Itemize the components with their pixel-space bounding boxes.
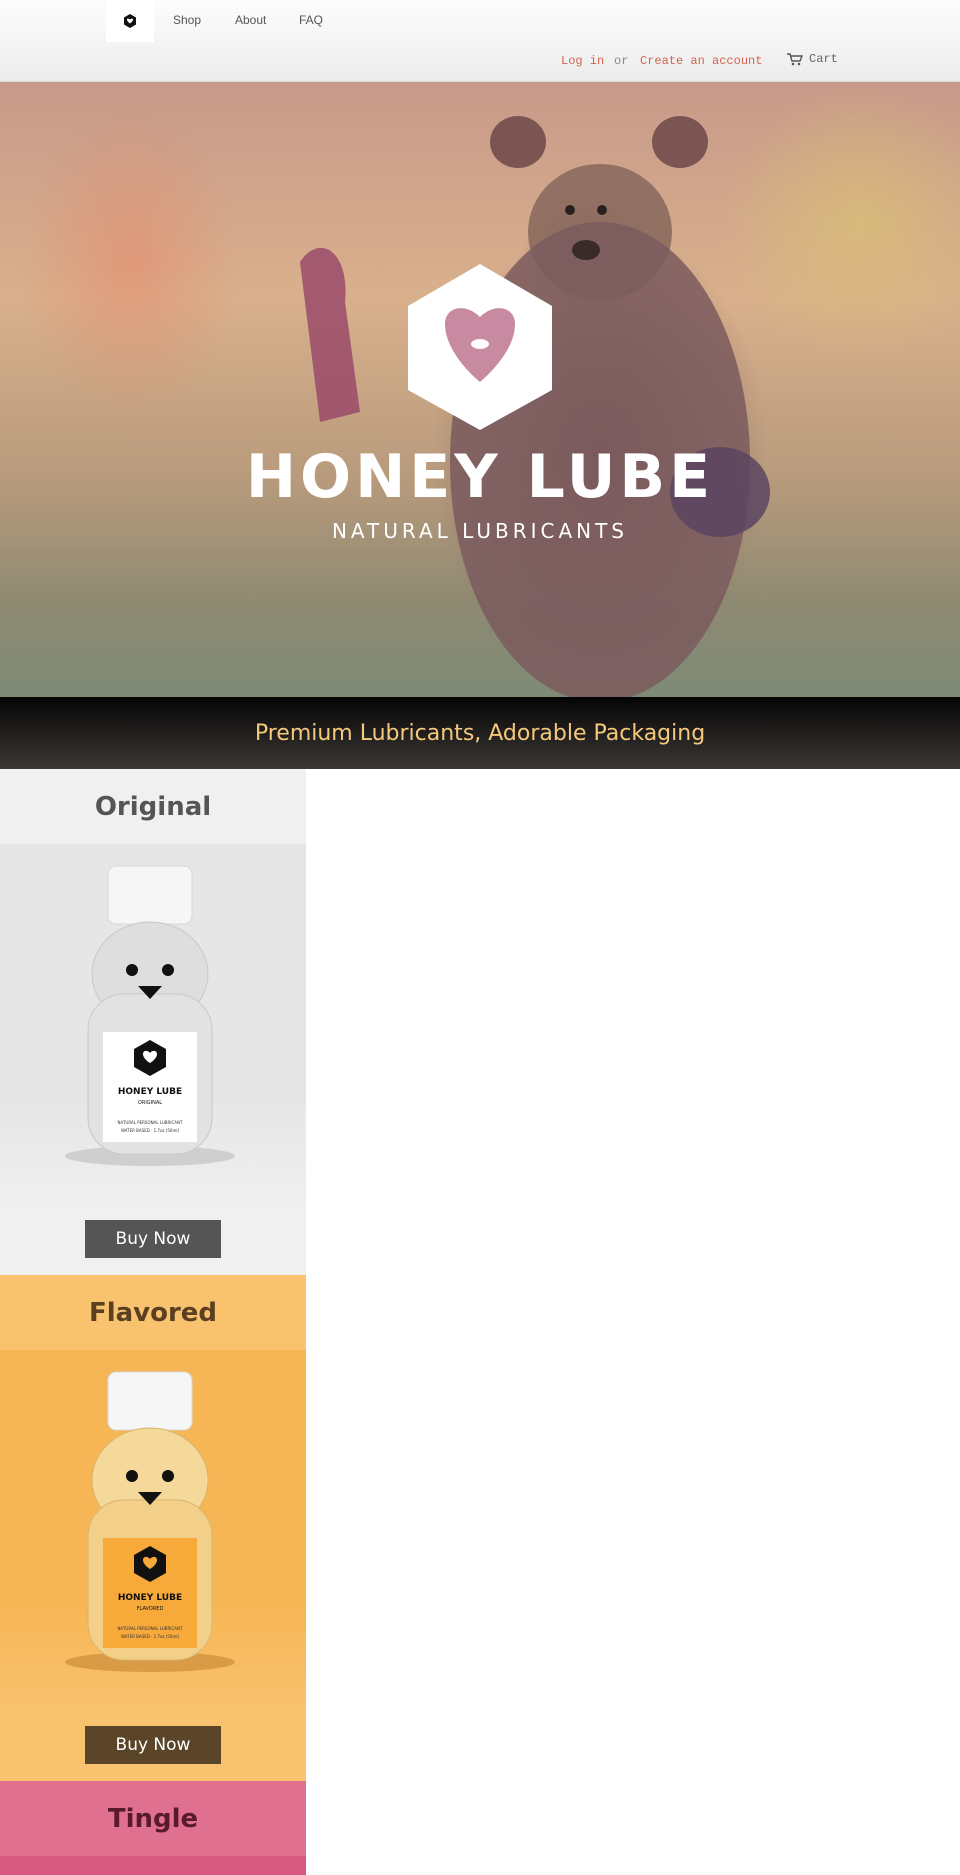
product-image-tingle[interactable]: [0, 1856, 306, 1875]
product-flavored: Flavored HONEY LUBE FLAVORED NATURAL PER…: [0, 1275, 306, 1781]
hero-title: HONEY LUBE: [245, 442, 715, 512]
bottle-label-fine2: WATER BASED · 1.7oz (50ml): [120, 1634, 180, 1639]
cart-link[interactable]: Cart: [787, 52, 838, 66]
product-title: Original: [0, 769, 306, 844]
product-title: Tingle: [0, 1781, 306, 1856]
bottle-label-fine1: NATURAL PERSONAL LUBRICANT: [117, 1120, 183, 1125]
bear-bottle-original-image: [65, 865, 235, 1166]
product-tingle: Tingle: [0, 1781, 306, 1875]
product-image-original[interactable]: HONEY LUBE ORIGINAL NATURAL PERSONAL LUB…: [0, 844, 306, 1206]
tagline-bar: Premium Lubricants, Adorable Packaging: [0, 697, 960, 769]
bottle-label-variant: FLAVORED: [136, 1606, 164, 1612]
bear-bottle-flavored-image: [65, 1371, 235, 1672]
nav-about[interactable]: About: [235, 13, 266, 27]
bottle-label-brand: HONEY LUBE: [117, 1087, 183, 1097]
product-title: Flavored: [0, 1275, 306, 1350]
bottle-label-variant: ORIGINAL: [137, 1100, 163, 1106]
bottle-label-brand: HONEY LUBE: [117, 1593, 183, 1603]
create-account-link[interactable]: Create an account: [640, 54, 762, 68]
hero-banner: HONEY LUBE NATURAL LUBRICANTS: [0, 82, 960, 697]
bottle-label-fine2: WATER BASED · 1.7oz (50ml): [120, 1128, 180, 1133]
bear-shield-logo-icon: [124, 14, 136, 28]
cart-icon: [787, 52, 803, 65]
buy-now-flavored-button[interactable]: Buy Now: [85, 1726, 221, 1764]
nav-faq[interactable]: FAQ: [299, 13, 323, 27]
site-header: Shop About FAQ Log in or Create an accou…: [0, 0, 960, 82]
buy-now-original-button[interactable]: Buy Now: [85, 1220, 221, 1258]
nav-shop[interactable]: Shop: [173, 13, 201, 27]
login-link[interactable]: Log in: [561, 54, 604, 68]
or-text: or: [614, 54, 629, 68]
product-image-flavored[interactable]: HONEY LUBE FLAVORED NATURAL PERSONAL LUB…: [0, 1350, 306, 1712]
home-logo[interactable]: [106, 0, 154, 42]
bottle-label-fine1: NATURAL PERSONAL LUBRICANT: [117, 1626, 183, 1631]
hero-subtitle: NATURAL LUBRICANTS: [331, 519, 629, 543]
product-original: Original HONEY LUBE ORIGINAL NATURAL PER…: [0, 769, 306, 1275]
honey-lube-hex-logo: [408, 264, 552, 430]
cart-label: Cart: [809, 52, 838, 66]
